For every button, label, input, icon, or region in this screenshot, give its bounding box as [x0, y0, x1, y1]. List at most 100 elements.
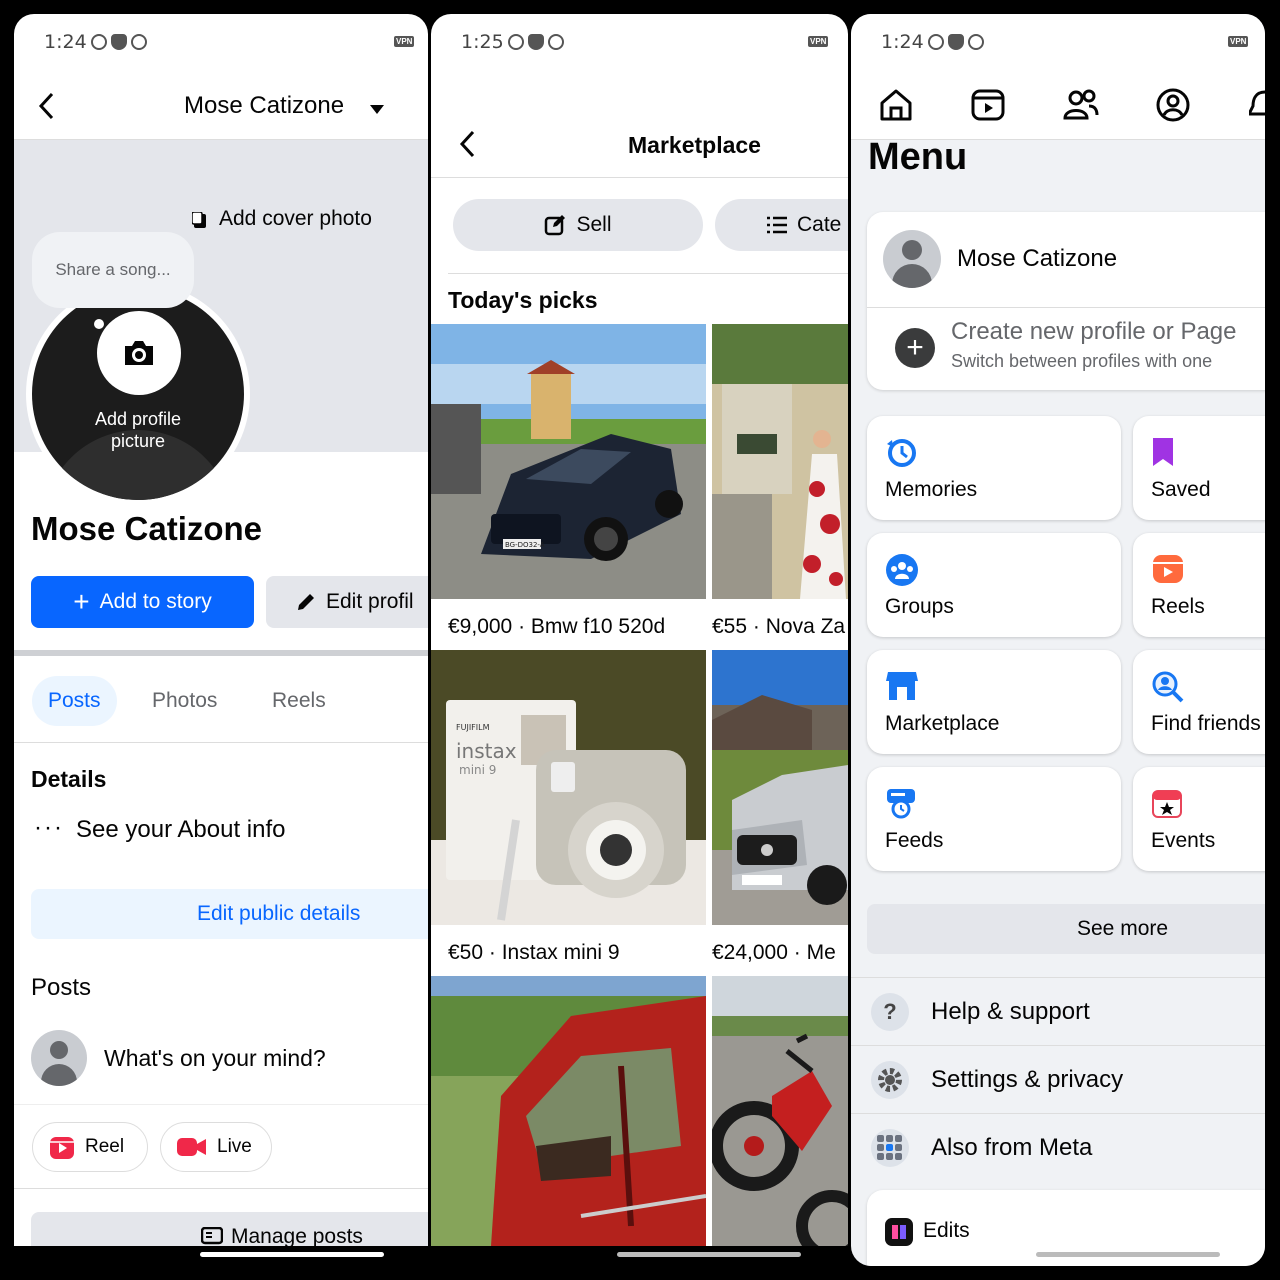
- listing-instax-photo[interactable]: FUJIFILM instax mini 9: [431, 650, 706, 925]
- tab-posts[interactable]: Posts: [32, 676, 117, 726]
- listing-red-car-photo[interactable]: [431, 976, 706, 1246]
- shortcut-marketplace[interactable]: Marketplace: [867, 650, 1121, 754]
- listing-caption-dress[interactable]: €55 · Nova Za: [712, 615, 845, 639]
- add-cover-photo-button[interactable]: Add cover photo: [219, 207, 372, 231]
- sell-button[interactable]: Sell: [453, 199, 703, 251]
- menu-screen: 1:24 VPN Menu Mose Catizone + Create new…: [851, 14, 1265, 1266]
- ebike-image: [712, 976, 848, 1246]
- also-from-meta-row[interactable]: Also from Meta: [851, 1113, 1265, 1181]
- shortcut-groups[interactable]: Groups: [867, 533, 1121, 637]
- details-heading: Details: [31, 766, 107, 792]
- settings-privacy-label: Settings & privacy: [931, 1065, 1124, 1093]
- settings-privacy-row[interactable]: Settings & privacy: [851, 1045, 1265, 1113]
- profile-screen: 1:24 VPN Mose Catizone Add cover photo A…: [14, 14, 428, 1246]
- memories-icon: [887, 439, 916, 467]
- listing-price: €9,000: [448, 615, 513, 638]
- composer-divider: [14, 1104, 428, 1105]
- shortcut-label: Groups: [885, 595, 954, 618]
- avatar-body: [892, 264, 932, 288]
- add-to-story-label: Add to story: [99, 590, 212, 613]
- composer-avatar[interactable]: [31, 1030, 87, 1086]
- listing-title: Instax mini 9: [501, 941, 620, 964]
- pencil-icon: [298, 594, 314, 610]
- home-indicator[interactable]: [617, 1252, 801, 1257]
- whatsapp-icon: [507, 34, 524, 50]
- back-icon[interactable]: [459, 130, 475, 158]
- camera-button[interactable]: [97, 311, 181, 395]
- tab-photos[interactable]: Photos: [152, 676, 217, 726]
- shortcut-reels[interactable]: Reels: [1133, 533, 1265, 637]
- marketplace-header: Marketplace: [431, 110, 848, 178]
- see-about-info-link[interactable]: See your About info: [76, 816, 285, 844]
- see-more-button[interactable]: See more: [867, 904, 1265, 954]
- camera-icon: [125, 341, 153, 365]
- listing-caption-mercedes[interactable]: €24,000 · Me: [712, 941, 836, 965]
- help-icon: ?: [871, 992, 909, 1031]
- video-icon[interactable]: [971, 88, 1005, 122]
- edit-profile-label: Edit profil: [326, 590, 414, 613]
- snapchat-icon: [947, 34, 964, 50]
- chevron-down-icon[interactable]: [370, 105, 384, 114]
- shortcut-saved[interactable]: Saved: [1133, 416, 1265, 520]
- shortcut-label: Find friends: [1151, 712, 1261, 735]
- sync-icon: [967, 34, 984, 50]
- share-song-bubble[interactable]: Share a song...: [32, 232, 194, 308]
- avatar-head: [50, 1041, 68, 1059]
- shortcut-events[interactable]: Events: [1133, 767, 1265, 871]
- menu-avatar[interactable]: [883, 230, 941, 288]
- reel-button[interactable]: Reel: [32, 1122, 148, 1172]
- sync-icon: [130, 34, 147, 50]
- friends-icon[interactable]: [1063, 88, 1099, 122]
- dress-image: [712, 324, 848, 599]
- vpn-badge: VPN: [808, 36, 829, 47]
- edit-profile-button[interactable]: Edit profil: [266, 576, 428, 628]
- profile-icon[interactable]: [1156, 88, 1190, 122]
- tab-reels[interactable]: Reels: [272, 676, 326, 726]
- add-to-story-button[interactable]: + Add to story: [31, 576, 254, 628]
- whatsapp-icon: [90, 34, 107, 50]
- edits-label: Edits: [923, 1219, 970, 1242]
- listing-dress-photo[interactable]: [712, 324, 848, 599]
- edit-icon: [545, 215, 566, 236]
- live-button[interactable]: Live: [160, 1122, 272, 1172]
- status-time: 1:25: [461, 31, 504, 53]
- manage-posts-button[interactable]: Manage posts: [31, 1212, 428, 1246]
- red-car-image: [431, 976, 706, 1246]
- categories-button[interactable]: Cate: [715, 199, 848, 251]
- chips-divider: [448, 273, 848, 274]
- snapchat-icon: [110, 34, 127, 50]
- listing-mercedes-photo[interactable]: [712, 650, 848, 925]
- home-indicator[interactable]: [1036, 1252, 1220, 1257]
- manage-posts-icon: [201, 1227, 223, 1245]
- avatar-head: [902, 240, 922, 260]
- section-divider: [14, 650, 428, 656]
- menu-profile-name[interactable]: Mose Catizone: [957, 245, 1117, 273]
- listing-caption-bmw[interactable]: €9,000 · Bmw f10 520d: [448, 615, 665, 639]
- listing-bmw-photo[interactable]: BG-DO32-A: [431, 324, 706, 599]
- notifications-icon[interactable]: [1249, 88, 1265, 122]
- events-icon: [1152, 790, 1182, 818]
- header-name[interactable]: Mose Catizone: [184, 92, 344, 120]
- add-profile-picture-label: Add profile picture: [94, 409, 182, 451]
- listing-caption-instax[interactable]: €50 · Instax mini 9: [448, 941, 620, 965]
- home-icon[interactable]: [879, 88, 913, 122]
- shortcut-find-friends[interactable]: Find friends: [1133, 650, 1265, 754]
- home-indicator[interactable]: [200, 1252, 384, 1257]
- plus-icon: +: [73, 586, 90, 617]
- help-support-row[interactable]: ? Help & support: [851, 977, 1265, 1045]
- edit-public-details-button[interactable]: Edit public details: [31, 889, 428, 939]
- add-photo-icon: [192, 212, 206, 228]
- avatar-body: [41, 1064, 77, 1086]
- status-time: 1:24: [44, 31, 87, 53]
- shortcut-memories[interactable]: Memories: [867, 416, 1121, 520]
- gear-icon: [871, 1060, 909, 1099]
- tab-divider: [14, 742, 428, 743]
- back-icon[interactable]: [38, 92, 54, 120]
- create-profile-title[interactable]: Create new profile or Page: [951, 318, 1237, 346]
- shortcut-feeds[interactable]: Feeds: [867, 767, 1121, 871]
- feeds-icon: [887, 789, 915, 819]
- shortcut-label: Feeds: [885, 829, 944, 852]
- composer-input[interactable]: What's on your mind?: [104, 1045, 326, 1072]
- snapchat-icon: [527, 34, 544, 50]
- listing-bike-photo[interactable]: [712, 976, 848, 1246]
